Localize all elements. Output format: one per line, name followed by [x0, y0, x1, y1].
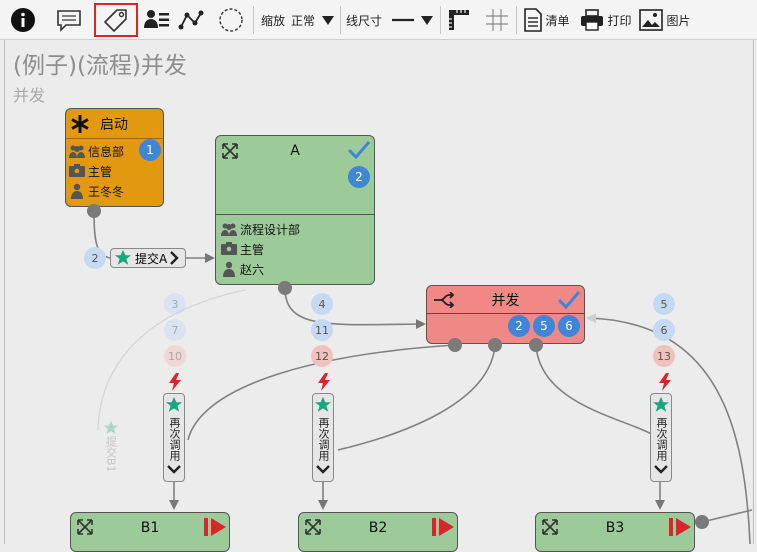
node-start-user: 王冬冬 — [88, 184, 125, 199]
node-b1-header: B1 — [71, 513, 229, 543]
transition-number-bubble: 13 — [653, 345, 675, 367]
node-a-dept: 流程设计部 — [240, 222, 301, 237]
node-parallel-badge: 2 — [508, 315, 530, 337]
node-b2-header: B2 — [299, 513, 457, 543]
edge-parallel-b3 — [535, 344, 661, 441]
transition-number-bubble: 10 — [164, 345, 186, 367]
transition-recall-3-label: 再次调用 — [655, 417, 668, 461]
check-icon — [557, 291, 581, 310]
node-start-user-row: 王冬冬 — [66, 181, 163, 201]
check-icon — [347, 141, 371, 160]
task-arrows-icon — [222, 143, 238, 159]
transition-faint[interactable]: 提交B1 — [88, 420, 133, 473]
play-end-icon — [204, 518, 226, 536]
person-icon — [71, 183, 83, 199]
node-start-role: 主管 — [88, 164, 113, 179]
node-b3-title: B3 — [605, 520, 625, 536]
star-icon — [165, 396, 183, 412]
id-card-icon — [69, 164, 85, 177]
node-start[interactable]: 启动 信息部 主管 王冬冬 1 — [65, 108, 164, 207]
node-parallel-badge: 6 — [558, 315, 580, 337]
task-arrows-icon — [542, 519, 558, 535]
transition-submit-a[interactable]: 提交A — [110, 248, 186, 268]
lightning-icon — [169, 373, 181, 391]
node-a-badge: 2 — [348, 166, 370, 188]
port-start-out[interactable] — [87, 204, 101, 218]
task-arrows-icon — [77, 519, 93, 535]
node-parallel-title: 并发 — [491, 292, 520, 309]
port-a-out[interactable] — [278, 281, 292, 295]
play-end-icon — [669, 518, 691, 536]
transition-submit-a-label: 提交A — [135, 251, 168, 266]
node-b2[interactable]: B2 — [298, 512, 458, 552]
node-start-badge: 1 — [139, 139, 161, 161]
node-a-role-row: 主管 — [218, 239, 374, 259]
asterisk-icon — [71, 114, 89, 133]
group-icon — [221, 223, 237, 236]
transition-recall-3[interactable]: 再次调用 — [650, 393, 672, 482]
transition-recall-1[interactable]: 再次调用 — [163, 393, 185, 482]
transition-number-bubble: 3 — [164, 293, 186, 315]
node-a-user: 赵六 — [240, 262, 265, 277]
node-a-header: A — [216, 136, 374, 166]
node-parallel-header: 并发 — [427, 286, 584, 314]
transition-recall-2-label: 再次调用 — [317, 417, 330, 461]
id-card-icon — [221, 242, 237, 255]
task-arrows-icon — [305, 519, 321, 535]
edge-a-parallel — [284, 287, 426, 330]
star-icon — [314, 396, 332, 412]
transition-number-bubble: 2 — [84, 247, 106, 269]
chevron-down-icon — [167, 465, 181, 474]
node-a[interactable]: A 流程设计部 主管 赵六 2 — [215, 135, 375, 285]
node-a-user-row: 赵六 — [218, 259, 374, 279]
transition-recall-1-label: 再次调用 — [168, 417, 181, 461]
lightning-icon — [659, 373, 671, 391]
transition-faint-label: 提交B1 — [104, 436, 118, 473]
port-parallel-out-2[interactable] — [488, 338, 502, 352]
transition-number-bubble: 5 — [653, 293, 675, 315]
port-b3-out[interactable] — [695, 515, 709, 529]
star-icon — [103, 420, 118, 434]
person-icon — [223, 261, 235, 277]
node-parallel-badge: 5 — [533, 315, 555, 337]
transition-number-bubble: 11 — [311, 319, 333, 341]
edge-b3-parallel — [701, 509, 753, 523]
node-b1-title: B1 — [140, 520, 160, 536]
transition-number-bubble: 12 — [311, 345, 333, 367]
node-start-dept: 信息部 — [88, 144, 125, 159]
edge-parallel-b2 — [337, 344, 496, 451]
node-b3-header: B3 — [536, 513, 694, 543]
group-icon — [69, 145, 85, 158]
node-a-role: 主管 — [240, 242, 265, 257]
transition-number-bubble: 4 — [311, 293, 333, 315]
chevron-right-icon — [170, 251, 179, 265]
chevron-down-icon — [654, 465, 668, 474]
port-parallel-out-1[interactable] — [448, 338, 462, 352]
star-icon — [652, 396, 670, 412]
node-start-title: 启动 — [100, 116, 128, 133]
fork-icon — [434, 292, 455, 308]
play-end-icon — [432, 518, 454, 536]
lightning-icon — [318, 373, 330, 391]
node-b2-title: B2 — [368, 520, 388, 536]
chevron-down-icon — [316, 465, 330, 474]
port-parallel-out-3[interactable] — [529, 338, 543, 352]
transition-number-bubble: 6 — [653, 319, 675, 341]
node-a-title: A — [290, 143, 300, 159]
node-b3[interactable]: B3 — [535, 512, 695, 552]
transition-number-bubble: 7 — [164, 319, 186, 341]
node-parallel[interactable]: 并发 2 5 6 — [426, 285, 585, 344]
star-icon — [114, 249, 132, 265]
node-start-header: 启动 — [66, 109, 163, 139]
node-b1[interactable]: B1 — [70, 512, 230, 552]
node-start-role-row: 主管 — [66, 161, 163, 181]
node-a-dept-row: 流程设计部 — [218, 219, 374, 239]
transition-recall-2[interactable]: 再次调用 — [312, 393, 334, 482]
